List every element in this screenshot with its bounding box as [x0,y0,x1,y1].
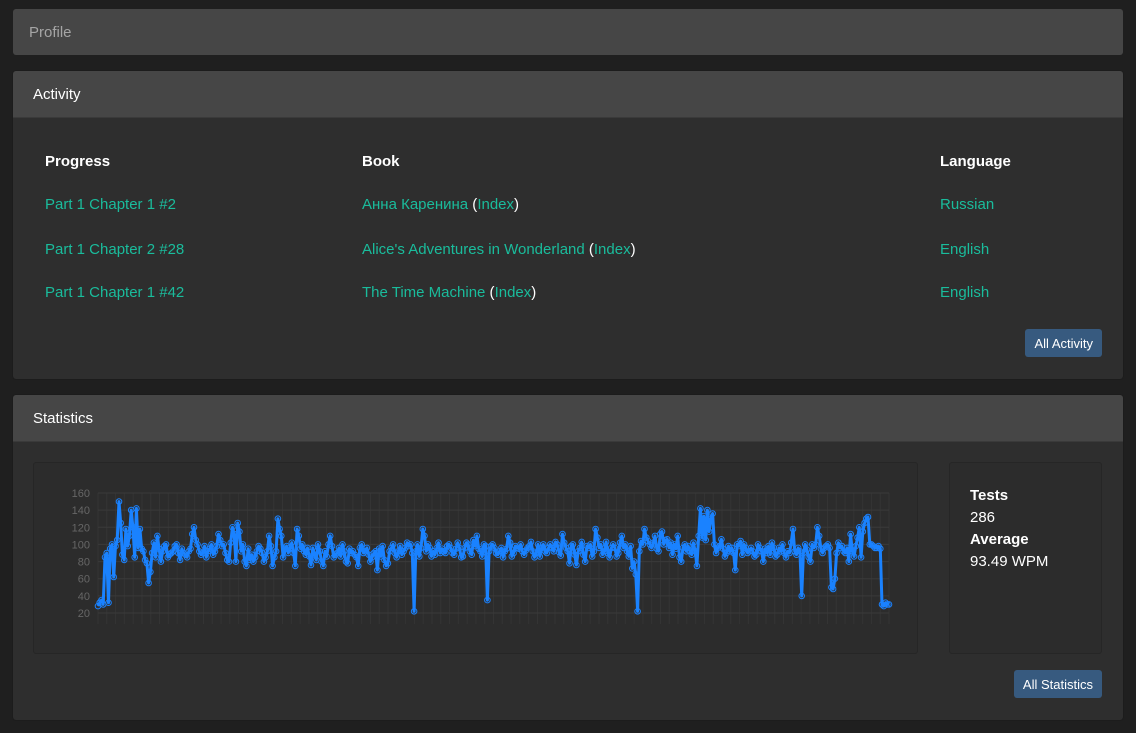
y-tick-label: 60 [78,574,90,586]
progress-link[interactable]: Part 1 Chapter 1 #42 [45,284,184,301]
index-link[interactable]: Index [477,196,514,213]
activity-header: Activity [13,71,1123,118]
index-link[interactable]: Index [594,241,631,258]
activity-title: Activity [33,85,81,103]
y-tick-label: 160 [72,488,90,500]
stats-summary: Tests 286 Average 93.49 WPM [949,462,1102,654]
all-statistics-button[interactable]: All Statistics [1013,670,1102,698]
column-header-progress: Progress [45,153,111,170]
profile-label[interactable]: Profile [29,24,72,41]
all-activity-button[interactable]: All Activity [1025,329,1102,357]
language-link[interactable]: English [940,284,989,301]
index-link[interactable]: Index [495,284,532,301]
book-link[interactable]: Анна Каренина [362,196,468,213]
y-tick-label: 40 [78,591,90,603]
column-header-book: Book [362,153,400,170]
book-cell: Анна Каренина (Index) [362,196,520,213]
profile-bar[interactable]: Profile [13,9,1123,55]
statistics-panel: Statistics 20 40 60 80 100 120 140 160 Tests 28… [13,395,1123,720]
tests-value: 286 [970,509,996,526]
y-tick-label: 120 [72,522,90,534]
average-value: 93.49 WPM [970,553,1049,570]
wpm-chart: 20 40 60 80 100 120 140 160 [72,488,893,624]
language-link[interactable]: Russian [940,196,994,213]
progress-link[interactable]: Part 1 Chapter 1 #2 [45,196,176,213]
chart-grid [97,492,890,624]
y-tick-label: 20 [78,608,90,620]
book-cell: Alice's Adventures in Wonderland (Index) [362,241,636,258]
tests-label: Tests [970,487,1009,504]
wpm-chart-container: 20 40 60 80 100 120 140 160 [33,462,918,654]
average-label: Average [970,531,1029,548]
statistics-header: Statistics [13,395,1123,442]
activity-panel: Activity Progress Book Language Part 1 C… [13,71,1123,379]
y-tick-label: 80 [78,557,90,569]
statistics-title: Statistics [33,409,94,427]
y-tick-label: 100 [72,539,90,551]
progress-link[interactable]: Part 1 Chapter 2 #28 [45,241,184,258]
y-tick-label: 140 [72,505,90,517]
book-cell: The Time Machine (Index) [362,284,537,301]
language-link[interactable]: English [940,241,989,258]
y-axis-ticks: 20 40 60 80 100 120 140 160 [72,488,90,620]
book-link[interactable]: Alice's Adventures in Wonderland [362,241,585,258]
column-header-language: Language [940,153,1011,170]
book-link[interactable]: The Time Machine [362,284,485,301]
